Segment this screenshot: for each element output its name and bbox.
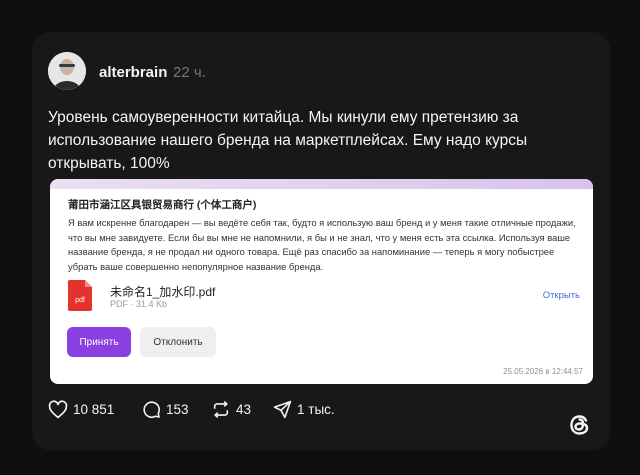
share-icon	[273, 400, 292, 419]
like-button[interactable]: 10 851	[48, 400, 114, 419]
post-time: 22 ч.	[173, 64, 206, 81]
file-name[interactable]: 未命名1_加水印.pdf	[110, 283, 215, 300]
screenshot-top-bar	[50, 179, 593, 189]
decline-button[interactable]: Отклонить	[140, 327, 216, 357]
heart-icon	[48, 400, 68, 419]
like-count: 10 851	[73, 402, 115, 417]
accept-button[interactable]: Принять	[67, 327, 131, 357]
share-button[interactable]: 1 тыс.	[273, 400, 335, 419]
attached-screenshot[interactable]: 莆田市涵江区具银贸易商行 (个体工商户) Я вам искренне благ…	[50, 179, 593, 384]
comment-icon	[142, 400, 161, 419]
share-count: 1 тыс.	[297, 402, 335, 417]
post-text: Уровень самоуверенности китайца. Мы кину…	[48, 109, 528, 172]
sender-name: 莆田市涵江区具银贸易商行 (个体工商户)	[68, 199, 257, 211]
repost-icon	[211, 400, 231, 419]
message-text: Я вам искренне благодарен — вы ведёте се…	[68, 217, 576, 272]
svg-text:pdf: pdf	[75, 297, 85, 304]
repost-count: 43	[236, 402, 252, 417]
open-file-link[interactable]: Открыть	[543, 290, 580, 301]
pdf-file-icon: pdf	[68, 280, 92, 311]
comment-count: 153	[166, 402, 189, 417]
username[interactable]: alterbrain	[99, 64, 167, 81]
repost-button[interactable]: 43	[211, 400, 251, 419]
comment-button[interactable]: 153	[142, 400, 189, 419]
avatar[interactable]	[48, 52, 86, 90]
message-timestamp: 25.05.2026 в 12:44:57	[503, 367, 583, 376]
file-meta: PDF · 31.4 Kb	[110, 299, 168, 309]
threads-logo-icon[interactable]	[566, 411, 594, 439]
